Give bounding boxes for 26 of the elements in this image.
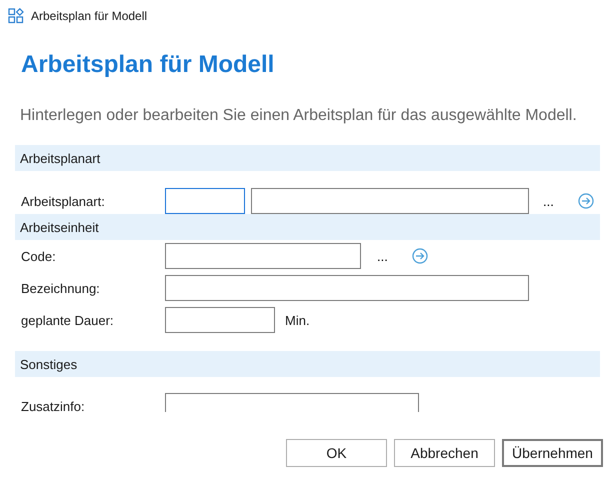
field-label: geplante Dauer: (20, 312, 115, 328)
field-label: Bezeichnung: (20, 280, 101, 296)
browse-button[interactable]: ... (543, 194, 554, 208)
section-title: Arbeitsplanart (20, 150, 100, 166)
dialog-button[interactable]: OK (286, 439, 387, 467)
arrow-right-circle-icon[interactable] (578, 193, 594, 209)
input-field[interactable] (165, 307, 275, 333)
input-field[interactable] (165, 393, 419, 412)
dialog-button[interactable]: Abbrechen (394, 439, 495, 467)
section-title: Sonstiges (20, 356, 78, 372)
dialog-button[interactable]: Übernehmen (502, 439, 603, 467)
field-label: Code: (20, 248, 57, 264)
input-field[interactable] (251, 188, 529, 214)
window-title: Arbeitsplan für Modell (31, 9, 148, 23)
section-title: Arbeitseinheit (20, 220, 99, 234)
input-field[interactable] (165, 243, 361, 269)
arrow-right-circle-icon[interactable] (412, 248, 428, 264)
input-field[interactable] (165, 275, 529, 301)
unit-label: Min. (285, 312, 310, 328)
field-label: Arbeitsplanart: (20, 194, 106, 208)
input-field[interactable] (165, 188, 245, 214)
description: Hinterlegen oder bearbeiten Sie einen Arbeitsplan für das ausgewählte Modell. (20, 106, 578, 126)
dialog-heading: Arbeitsplan für Modell (21, 50, 276, 80)
app-icon (8, 8, 24, 24)
field-label: Zusatzinfo: (20, 398, 86, 412)
browse-button[interactable]: ... (377, 248, 388, 264)
